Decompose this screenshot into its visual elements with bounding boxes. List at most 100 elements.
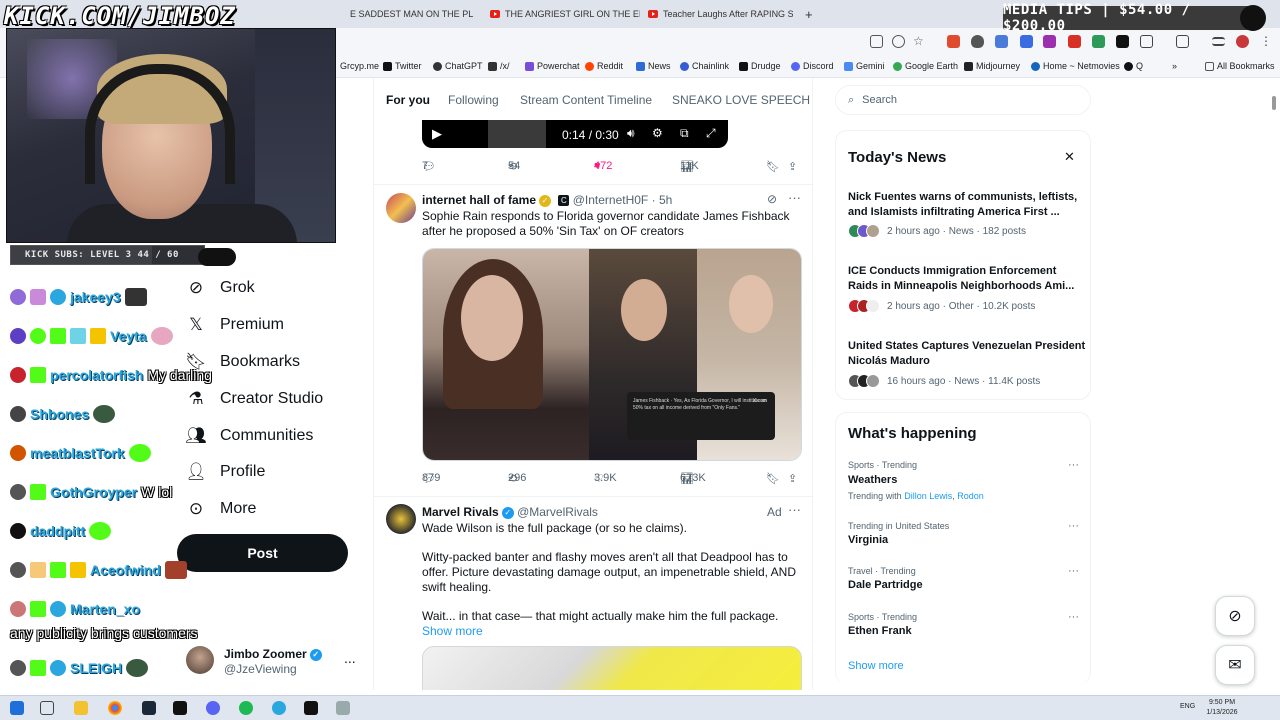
author-name[interactable]: Marvel Rivals <box>422 505 499 519</box>
bookmark-item[interactable]: Google Earth <box>893 61 958 71</box>
extension-icon[interactable] <box>995 35 1008 48</box>
more-icon[interactable]: ··· <box>1068 520 1079 532</box>
search-input[interactable]: ⌕ Search <box>835 85 1091 115</box>
bookmark-item[interactable]: /x/ <box>488 61 510 71</box>
video-player-controls[interactable]: ▶ 0:14 / 0:30 🔊︎ ⚙ ⧉ ⤢ <box>422 120 728 148</box>
browser-tab-2[interactable]: THE ANGRIEST GIRL ON THE EI✕ <box>490 4 640 24</box>
tab-sneako-love-speech[interactable]: SNEAKO LOVE SPEECH <box>672 93 810 107</box>
scrollbar-thumb[interactable] <box>1272 96 1276 110</box>
author-handle[interactable]: @InternetH0F <box>573 193 649 207</box>
author-name[interactable]: internet hall of fame <box>422 193 536 207</box>
trend-name[interactable]: Weathers <box>848 474 897 486</box>
bookmark-item[interactable]: Reddit <box>585 61 623 71</box>
bookmark-item[interactable]: Home ~ Netmovies <box>1031 61 1120 71</box>
nav-item-premium[interactable]: 𝕏 Premium <box>186 310 284 340</box>
news-headline[interactable]: Nick Fuentes warns of communists, leftis… <box>848 190 1086 220</box>
avatar[interactable] <box>386 193 416 223</box>
reply-button[interactable]: 💬︎ 7 <box>422 160 436 173</box>
extension-icon[interactable] <box>947 35 960 48</box>
ad-media-image[interactable] <box>422 646 802 690</box>
post-button[interactable]: Post <box>177 534 348 572</box>
scrollbar[interactable] <box>1270 80 1278 690</box>
chrome-icon[interactable] <box>108 701 122 715</box>
star-icon[interactable]: ☆ <box>913 35 926 48</box>
bookmark-item[interactable]: Midjourney <box>964 61 1020 71</box>
chevron-right-icon[interactable]: » <box>1172 61 1177 71</box>
file-explorer-icon[interactable] <box>74 701 88 715</box>
sidebar-icon[interactable] <box>1176 35 1189 48</box>
messages-fab-button[interactable]: ✉ <box>1215 645 1255 685</box>
windows-start-icon[interactable] <box>10 701 24 715</box>
grok-fab-button[interactable]: ⊘ <box>1215 596 1255 636</box>
reply-button[interactable]: 💬︎ 879 <box>422 472 440 485</box>
avatar[interactable] <box>386 504 416 534</box>
nav-item-profile[interactable]: 👤︎ Profile <box>185 457 265 487</box>
avatar[interactable] <box>1236 35 1249 48</box>
bookmark-item[interactable]: Drudge <box>739 61 781 71</box>
app-icon[interactable] <box>304 701 318 715</box>
x-logo-icon[interactable] <box>1116 35 1129 48</box>
app-icon[interactable] <box>336 701 350 715</box>
fullscreen-icon[interactable]: ⤢ <box>706 126 716 141</box>
extension-icon[interactable] <box>1092 35 1105 48</box>
language-indicator[interactable]: ENG <box>1180 703 1195 710</box>
browser-tab-1[interactable]: E SADDEST MAN ON THE PL✕ <box>350 4 480 24</box>
volume-icon[interactable]: 🔊︎ <box>627 126 635 141</box>
like-button[interactable]: ♡ 3.9K <box>594 472 617 485</box>
trend-name[interactable]: Dale Partridge <box>848 579 923 591</box>
tweet-media-image[interactable]: James Fishback · Yes, As Florida Governo… <box>422 248 802 461</box>
share-icon[interactable]: ⇪ <box>788 472 797 485</box>
bookmark-icon[interactable]: 🔖︎ <box>766 472 780 485</box>
extension-icon[interactable] <box>1068 35 1081 48</box>
system-clock[interactable]: 9:50 PM 1/13/2026 <box>1202 698 1242 718</box>
trend-name[interactable]: Ethen Frank <box>848 625 912 637</box>
bookmark-item[interactable]: Discord <box>791 61 834 71</box>
bookmark-icon[interactable]: 🔖︎ <box>766 160 780 173</box>
new-tab-button[interactable]: + <box>805 4 819 24</box>
pip-icon[interactable]: ⧉ <box>680 126 689 141</box>
more-icon[interactable]: ··· <box>1068 565 1079 577</box>
bookmark-item[interactable]: Q <box>1124 61 1143 71</box>
bookmark-item[interactable]: Chainlink <box>680 61 729 71</box>
settings-icon[interactable]: ⚙ <box>652 126 663 140</box>
app-icon[interactable] <box>173 701 187 715</box>
bookmark-item[interactable]: Gemini <box>844 61 885 71</box>
steam-icon[interactable] <box>142 701 156 715</box>
news-headline[interactable]: ICE Conducts Immigration Enforcement Rai… <box>848 264 1086 294</box>
tab-following[interactable]: Following <box>448 93 499 107</box>
bookmark-item[interactable]: Twitter <box>383 61 422 71</box>
news-headline[interactable]: United States Captures Venezuelan Presid… <box>848 339 1086 369</box>
more-icon[interactable]: ··· <box>788 190 801 205</box>
bookmark-item[interactable]: ChatGPT <box>433 61 483 71</box>
show-more-link[interactable]: Show more <box>848 660 904 672</box>
screen-cast-icon[interactable] <box>870 35 883 48</box>
task-view-icon[interactable] <box>40 701 54 715</box>
more-icon[interactable]: ··· <box>788 502 801 517</box>
account-switcher[interactable]: Jimbo Zoomer ✓ @JzeViewing ... <box>186 644 366 680</box>
nav-item-creator-studio[interactable]: ⚗ Creator Studio <box>186 384 323 414</box>
close-icon[interactable]: ✕ <box>1064 149 1075 165</box>
author-handle[interactable]: @MarvelRivals <box>517 505 598 519</box>
discord-icon[interactable] <box>206 701 220 715</box>
extension-icon[interactable] <box>1043 35 1056 48</box>
trend-link[interactable]: Rodon <box>957 491 984 501</box>
play-icon[interactable]: ▶ <box>432 126 442 142</box>
nav-item-grok[interactable]: ⊘ Grok <box>186 273 255 303</box>
views-button[interactable]: 📊︎ 11K <box>680 160 699 173</box>
more-icon[interactable]: ··· <box>1068 611 1079 623</box>
trend-name[interactable]: Virginia <box>848 534 888 546</box>
more-icon[interactable]: ··· <box>1068 459 1079 471</box>
bookmark-item[interactable]: Grcyp.me <box>340 61 379 71</box>
show-more-link[interactable]: Show more <box>422 624 483 638</box>
trend-link[interactable]: Dillon Lewis <box>904 491 952 501</box>
spotify-icon[interactable] <box>239 701 253 715</box>
tab-stream-content-timeline[interactable]: Stream Content Timeline <box>520 93 652 107</box>
tab-for-you[interactable]: For you <box>386 93 430 107</box>
repost-button[interactable]: ⟲ 54 <box>508 160 520 173</box>
repost-button[interactable]: ⟲ 296 <box>508 472 526 485</box>
tweet-time[interactable]: · 5h <box>652 193 673 207</box>
nav-item-more[interactable]: ⊙ More <box>186 494 257 524</box>
like-button[interactable]: ♥ 472 <box>594 160 612 172</box>
all-bookmarks-button[interactable]: All Bookmarks <box>1205 61 1275 71</box>
extension-icon[interactable] <box>1020 35 1033 48</box>
